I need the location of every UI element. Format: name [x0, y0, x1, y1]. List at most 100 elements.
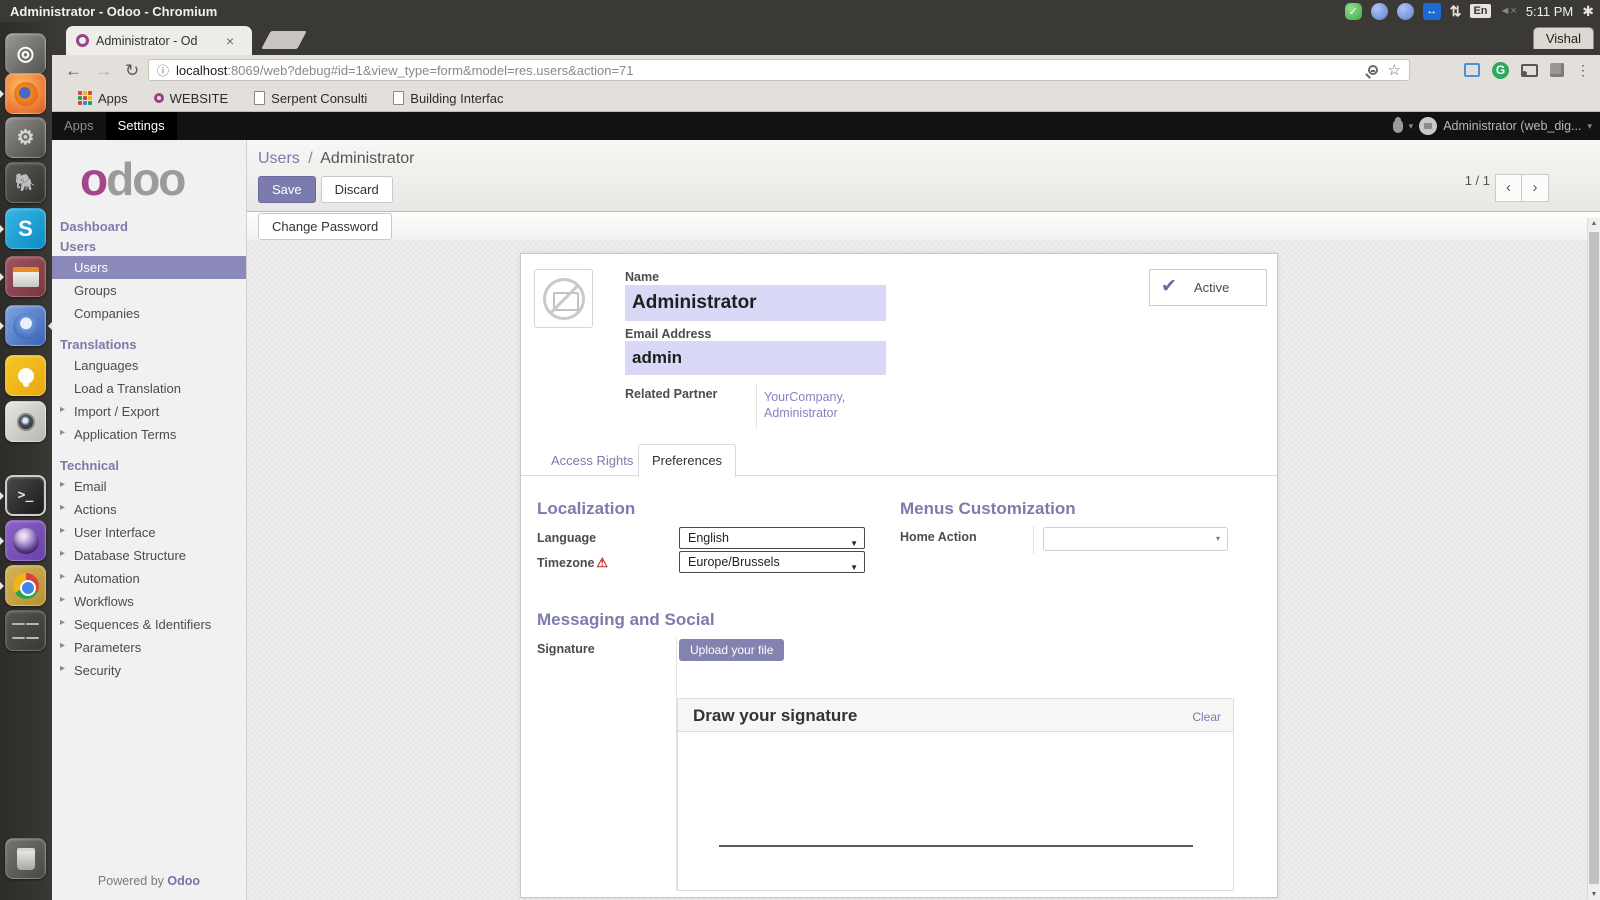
page-info-icon[interactable]: ⓘ	[157, 62, 169, 79]
ubuntu-dash-icon[interactable]: ◎	[5, 33, 46, 74]
reload-button[interactable]: ↻	[125, 62, 139, 79]
tab-preferences[interactable]: Preferences	[638, 444, 736, 477]
discard-button[interactable]: Discard	[320, 176, 393, 203]
select-caret-icon: ▼	[850, 563, 858, 572]
sidebar-item-email[interactable]: ▸ Email	[52, 475, 246, 498]
chromium-tray-icon[interactable]	[1370, 2, 1388, 20]
sidebar-item-languages[interactable]: Languages	[52, 354, 246, 377]
nav-item-settings[interactable]: Settings	[105, 112, 177, 140]
browser-profile-chip[interactable]: Vishal	[1532, 27, 1594, 49]
tab-access-rights[interactable]: Access Rights	[551, 453, 633, 468]
home-action-combobox[interactable]: ▾	[1043, 527, 1228, 551]
sidebar-item-workflows[interactable]: ▸ Workflows	[52, 590, 246, 613]
active-checkbox-group[interactable]: ✔ Active	[1149, 269, 1267, 306]
sidebar-item-load-a-translation[interactable]: Load a Translation	[52, 377, 246, 400]
user-image-placeholder[interactable]	[534, 269, 593, 328]
session-gear-icon[interactable]: ✱	[1582, 3, 1594, 20]
form-view-background: Name Administrator Email Address admin R…	[247, 218, 1600, 900]
trash-bin-glyph	[16, 847, 35, 870]
breadcrumb-users-link[interactable]: Users	[258, 150, 300, 167]
timezone-select[interactable]: Europe/Brussels ▼	[679, 551, 865, 573]
pager-next-button[interactable]: ›	[1522, 174, 1549, 202]
skype-online-icon[interactable]: ✓	[1344, 2, 1362, 20]
browser-menu-icon[interactable]: ⋮	[1576, 62, 1590, 79]
new-tab-button[interactable]	[261, 31, 307, 49]
sidebar-heading-technical[interactable]: Technical	[52, 455, 246, 475]
teamviewer-icon[interactable]: ↔	[1422, 2, 1441, 20]
address-bar[interactable]: ⓘ localhost :8069/web?debug#id=1&view_ty…	[148, 59, 1410, 81]
chromium-tray-icon[interactable]	[1396, 2, 1414, 20]
user-menu[interactable]: Administrator (web_dig...	[1443, 119, 1581, 133]
email-field[interactable]: admin	[625, 341, 886, 375]
debug-bug-icon[interactable]	[1392, 116, 1403, 133]
bookmark-apps[interactable]: Apps	[78, 91, 128, 106]
sidebar-item-database-structure[interactable]: ▸ Database Structure	[52, 544, 246, 567]
powered-by-footer: Powered by Odoo	[97, 874, 201, 888]
tweak-tool-icon[interactable]: ⚙	[5, 117, 46, 158]
cube-extension-icon[interactable]	[1550, 63, 1564, 77]
cast-extension-icon[interactable]	[1521, 63, 1538, 77]
sidebar-item-groups[interactable]: Groups	[52, 279, 246, 302]
sidebar-item-companies[interactable]: Companies	[52, 302, 246, 325]
checkmark-icon[interactable]: ✔	[1161, 275, 1177, 298]
sidebar-item-users[interactable]: Users	[52, 256, 246, 279]
save-button[interactable]: Save	[258, 176, 316, 203]
tab-close-icon[interactable]: ×	[226, 33, 234, 49]
system-tray: ✓ ↔ ⇅ En ◄× 5:11 PM ✱	[1344, 0, 1594, 22]
trash-icon[interactable]	[5, 838, 46, 879]
sidebar-item-import-export[interactable]: ▸ Import / Export	[52, 400, 246, 423]
screen-capture-extension-icon[interactable]	[1464, 63, 1480, 77]
scroll-down-icon[interactable]: ▼	[1588, 891, 1600, 898]
sidebar-item-application-terms[interactable]: ▸ Application Terms	[52, 423, 246, 446]
bookmark-star-icon[interactable]: ☆	[1388, 61, 1401, 79]
bookmark-serpent-consulting[interactable]: Serpent Consulti	[254, 91, 367, 106]
sidebar-item-automation[interactable]: ▸ Automation	[52, 567, 246, 590]
chevron-down-icon[interactable]: ▾	[1587, 121, 1592, 132]
keyboard-layout-indicator[interactable]: En	[1470, 4, 1491, 18]
sidebar-heading-translations[interactable]: Translations	[52, 334, 246, 354]
pager-previous-button[interactable]: ‹	[1495, 174, 1522, 202]
sidebar-item-user-interface[interactable]: ▸ User Interface	[52, 521, 246, 544]
upload-file-button[interactable]: Upload your file	[679, 639, 785, 661]
google-keep-icon[interactable]	[5, 355, 46, 396]
page-scrollbar[interactable]: ▲ ▼	[1587, 218, 1600, 900]
change-password-button[interactable]: Change Password	[258, 213, 393, 240]
language-select[interactable]: English ▼	[679, 527, 865, 549]
postgresql-icon[interactable]: 🐘	[5, 162, 46, 203]
terminal-icon[interactable]: >_	[5, 475, 46, 516]
bookmark-website[interactable]: WEBSITE	[153, 91, 228, 106]
clock[interactable]: 5:11 PM	[1526, 4, 1573, 19]
sidebar-item-security[interactable]: ▸ Security	[52, 659, 246, 682]
volume-muted-icon[interactable]: ◄×	[1500, 5, 1517, 17]
firefox-icon[interactable]	[5, 73, 46, 114]
chromium-glyph	[12, 312, 39, 339]
workspace-switcher-icon[interactable]	[5, 610, 46, 651]
clear-signature-link[interactable]: Clear	[1192, 710, 1221, 724]
scroll-up-icon[interactable]: ▲	[1588, 220, 1600, 227]
sidebar-item-sequences-identifiers[interactable]: ▸ Sequences & Identifiers	[52, 613, 246, 636]
file-archiver-icon[interactable]	[5, 256, 46, 297]
chromium-icon[interactable]	[5, 305, 46, 346]
odoo-brand-link[interactable]: Odoo	[167, 874, 200, 888]
sidebar-item-actions[interactable]: ▸ Actions	[52, 498, 246, 521]
sidebar-heading-users[interactable]: Users	[52, 236, 246, 256]
browser-tab-active[interactable]: Administrator - Od ×	[66, 26, 252, 55]
grammarly-extension-icon[interactable]: G	[1492, 61, 1509, 79]
name-field[interactable]: Administrator	[625, 285, 886, 321]
sidebar-heading-dashboard[interactable]: Dashboard	[52, 216, 246, 236]
related-partner-link[interactable]: YourCompany, Administrator	[764, 389, 864, 421]
chrome-icon[interactable]	[5, 565, 46, 606]
bookmark-building-interfaces[interactable]: Building Interfac	[393, 91, 504, 106]
camera-app-icon[interactable]	[5, 401, 46, 442]
eclipse-icon[interactable]	[5, 520, 46, 561]
sidebar-item-parameters[interactable]: ▸ Parameters	[52, 636, 246, 659]
chevron-down-icon[interactable]: ▾	[1409, 121, 1414, 132]
skype-icon[interactable]: S	[5, 208, 46, 249]
network-arrows-icon[interactable]: ⇅	[1450, 3, 1462, 20]
nav-item-apps[interactable]: Apps	[52, 112, 106, 140]
back-button[interactable]: ←	[65, 62, 82, 79]
apps-grid-icon	[78, 91, 92, 105]
field-separator	[756, 385, 757, 429]
scrollbar-thumb[interactable]	[1589, 232, 1599, 884]
zoom-icon[interactable]	[1364, 65, 1378, 79]
